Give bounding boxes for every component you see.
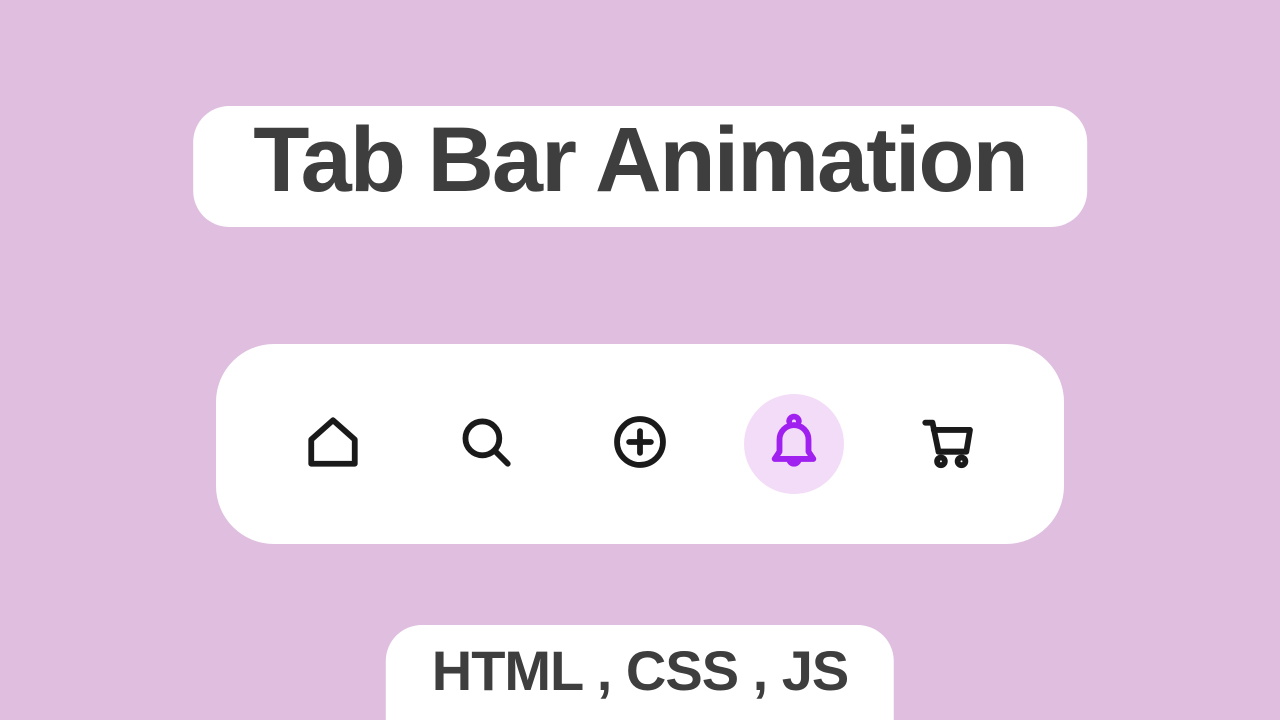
cart-icon	[918, 413, 976, 476]
tech-pill: HTML , CSS , JS	[386, 625, 894, 720]
tab-bar	[216, 344, 1064, 544]
tab-add[interactable]	[590, 394, 690, 494]
title-pill: Tab Bar Animation	[193, 106, 1087, 227]
tab-search[interactable]	[436, 394, 536, 494]
tech-label: HTML , CSS , JS	[432, 639, 848, 702]
tab-cart[interactable]	[897, 394, 997, 494]
plus-circle-icon	[611, 413, 669, 476]
page-title: Tab Bar Animation	[253, 112, 1027, 209]
bell-icon	[765, 413, 823, 476]
tab-home[interactable]	[283, 394, 383, 494]
tab-notifications[interactable]	[744, 394, 844, 494]
search-icon	[457, 413, 515, 476]
home-icon	[304, 413, 362, 476]
